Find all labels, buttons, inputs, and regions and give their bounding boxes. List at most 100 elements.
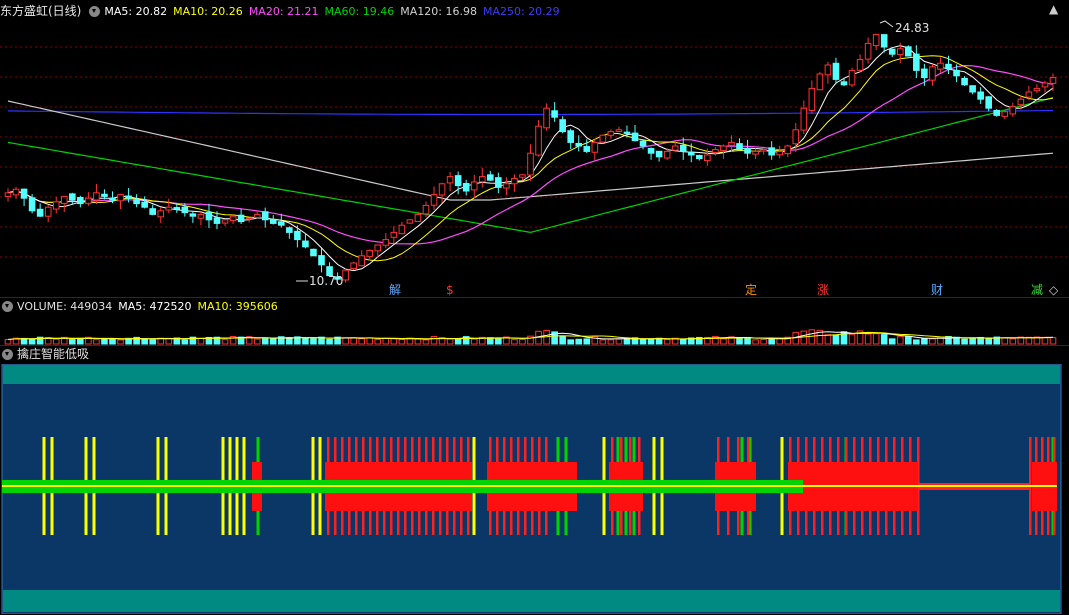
price-high-label: 24.83 — [895, 21, 929, 35]
candle-body — [60, 195, 68, 205]
volume-bar — [639, 338, 647, 345]
volume-bar — [744, 336, 751, 345]
volume-bar — [4, 339, 12, 345]
volume-bar — [366, 337, 374, 345]
volume-bar — [888, 338, 896, 345]
candle-body — [269, 218, 277, 224]
candle-body — [679, 144, 687, 152]
candle-body — [213, 217, 221, 224]
candle-body — [880, 34, 888, 48]
candle-body — [109, 197, 116, 201]
candle-body — [438, 183, 446, 196]
indicator-bottom-band — [3, 590, 1060, 612]
volume-ma10-label: MA10: 395606 — [197, 300, 278, 313]
candle-body — [607, 131, 615, 136]
candle-body — [1017, 98, 1025, 106]
candle-body — [149, 208, 156, 215]
volume-bar — [141, 338, 148, 345]
volume-bar — [109, 338, 116, 345]
candle-body — [559, 119, 566, 133]
volume-bar — [101, 338, 108, 345]
candle-body — [278, 221, 285, 226]
candle-body — [575, 142, 583, 147]
volume-bar — [583, 338, 591, 345]
candle-body — [318, 255, 325, 266]
scroll-up-icon[interactable]: ▲ — [1049, 2, 1058, 16]
volume-bar — [149, 339, 156, 345]
candle-body — [744, 147, 751, 154]
candle-body — [519, 174, 526, 178]
volume-bar — [736, 337, 743, 345]
indicator-title[interactable]: 擒庄智能低吸 — [17, 346, 89, 363]
volume-bar — [221, 339, 229, 345]
volume-bar — [350, 337, 357, 345]
volume-bar — [921, 338, 928, 345]
volume-bar — [390, 338, 398, 345]
candle-body — [77, 197, 84, 205]
candle-body — [511, 177, 518, 185]
candle-body — [663, 150, 671, 159]
candle-body — [398, 224, 406, 235]
volume-bar — [181, 339, 189, 345]
candle-body — [945, 63, 952, 70]
candle-body — [221, 219, 229, 224]
volume-bar — [446, 338, 454, 345]
candle-body — [253, 213, 261, 219]
volume-bar — [1049, 337, 1057, 345]
signal-dollar: $ — [446, 283, 454, 297]
candle-body — [503, 183, 510, 189]
candle-body — [342, 269, 349, 281]
candle-body — [430, 194, 438, 206]
volume-bar — [896, 336, 904, 345]
indicator-dropdown-icon[interactable] — [2, 349, 13, 360]
candle-body — [832, 62, 840, 80]
dropdown-circle-icon[interactable] — [89, 6, 101, 17]
candle-body — [173, 207, 181, 210]
candle-body — [422, 204, 430, 215]
indicator-panel[interactable] — [0, 364, 1069, 614]
volume-bar — [929, 338, 936, 345]
volume-bar — [905, 336, 912, 345]
candle-body — [495, 177, 502, 188]
volume-ma5-label: MA5: 472520 — [118, 300, 192, 313]
volume-bar — [269, 338, 277, 345]
volume-ma-lines — [7, 331, 1054, 340]
candle-body — [157, 210, 165, 218]
candle-body — [1033, 87, 1041, 92]
price-chart[interactable]: 24.83 10.70 — [0, 17, 1069, 297]
candle-body — [36, 208, 44, 217]
volume-bar — [985, 337, 992, 345]
candle-body — [1025, 91, 1033, 98]
candle-body — [687, 151, 695, 156]
candle-body — [181, 206, 189, 214]
signal-cai: 财 — [931, 283, 944, 297]
candle-body — [446, 176, 454, 184]
volume-bar — [52, 338, 60, 345]
volume-dropdown-icon[interactable] — [2, 301, 13, 312]
candle-body — [888, 48, 896, 55]
price-low-annotation: 10.70 — [296, 274, 343, 288]
candle-body — [462, 183, 470, 192]
candle-body — [20, 188, 28, 199]
candle-body — [366, 249, 374, 257]
volume-chart[interactable] — [0, 315, 1069, 345]
candle-body — [760, 149, 767, 152]
volume-bar — [615, 338, 623, 345]
volume-bar — [302, 337, 309, 345]
volume-bar — [77, 337, 84, 345]
volume-bar — [679, 339, 687, 345]
candle-body — [551, 110, 558, 118]
volume-bar — [913, 339, 920, 345]
candle-body — [728, 141, 735, 146]
candle-body — [913, 53, 920, 71]
candle-body — [535, 125, 542, 156]
signal-ding: 定 — [745, 283, 758, 297]
candle-body — [93, 192, 100, 201]
candle-body — [261, 211, 269, 221]
volume-bar — [430, 335, 438, 345]
volume-bar — [1001, 337, 1009, 345]
candle-body — [752, 150, 759, 155]
candle-body — [487, 174, 494, 181]
candle-body — [1041, 82, 1049, 88]
volume-bar — [1041, 336, 1049, 345]
